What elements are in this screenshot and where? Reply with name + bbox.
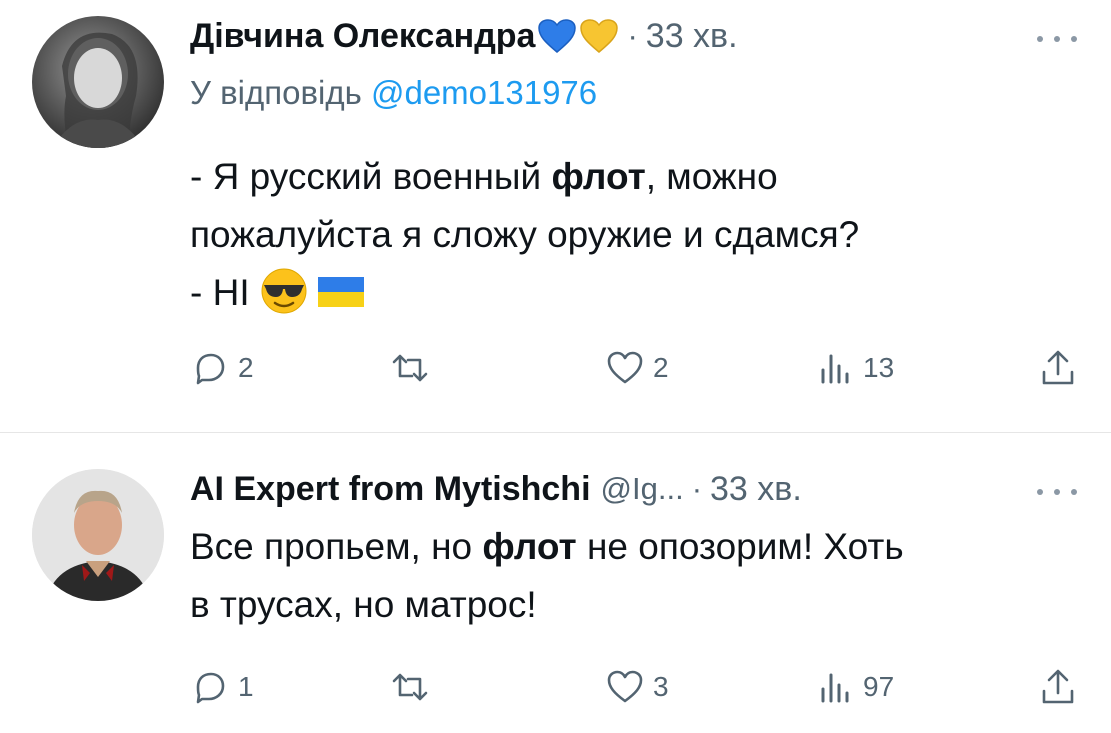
share-icon [1042, 669, 1074, 704]
like-count: 3 [653, 671, 669, 702]
like-count: 2 [653, 352, 669, 383]
reply-icon [196, 672, 225, 704]
timestamp[interactable]: 33 хв. [710, 470, 802, 509]
sunglasses-face-icon [261, 268, 307, 314]
share-button[interactable] [1038, 348, 1078, 388]
more-options-icon[interactable] [1037, 34, 1077, 44]
avatar[interactable] [32, 16, 164, 148]
like-icon [607, 670, 643, 703]
avatar-photo [32, 469, 164, 601]
tweet-1[interactable]: Дівчина Олександра · 33 хв. У відповідь … [0, 0, 1111, 432]
share-button[interactable] [1038, 667, 1078, 707]
tweet-2[interactable]: AI Expert from Mytishchi @Ig... · 33 хв.… [0, 433, 1111, 733]
reply-button[interactable]: 1 [190, 667, 254, 707]
tweet-text: - Я русский военный флот, можно пожалуйс… [190, 148, 1070, 322]
views-icon [821, 673, 849, 703]
action-bar: 2 2 13 [190, 348, 1080, 388]
blue-heart-icon [538, 19, 577, 53]
views-button[interactable]: 13 [815, 348, 894, 388]
separator-dot: · [691, 471, 703, 506]
views-button[interactable]: 97 [815, 667, 894, 707]
text-line: - НІ [190, 264, 1070, 322]
like-icon [607, 351, 643, 384]
retweet-icon [392, 673, 428, 701]
author-handle[interactable]: @Ig... [601, 471, 684, 507]
reply-icon [196, 353, 225, 385]
view-count: 13 [863, 352, 895, 383]
share-icon [1042, 350, 1074, 385]
more-options-icon[interactable] [1037, 487, 1077, 497]
ukraine-flag-icon [317, 277, 364, 307]
text-line: пожалуйста я сложу оружие и сдамся? [190, 214, 860, 255]
retweet-button[interactable] [390, 348, 430, 388]
tweet-header: AI Expert from Mytishchi @Ig... · 33 хв. [190, 463, 802, 515]
text-line: в трусах, но матрос! [190, 584, 537, 625]
reply-context: У відповідь @demo131976 [190, 74, 597, 112]
yellow-heart-icon [580, 19, 619, 53]
like-button[interactable]: 2 [605, 348, 669, 388]
avatar[interactable] [32, 469, 164, 601]
timestamp[interactable]: 33 хв. [646, 17, 738, 56]
reply-count: 2 [238, 352, 254, 383]
reply-mention-link[interactable]: @demo131976 [371, 74, 597, 111]
tweet-text: Все пропьем, но флот не опозорим! Хоть в… [190, 518, 1070, 634]
text-line: - Я русский военный флот, можно [190, 156, 778, 197]
author-name[interactable]: AI Expert from Mytishchi [190, 470, 591, 509]
separator-dot: · [627, 18, 638, 53]
like-button[interactable]: 3 [605, 667, 669, 707]
retweet-icon [392, 354, 428, 382]
view-count: 97 [863, 671, 895, 702]
text-line: Все пропьем, но флот не опозорим! Хоть [190, 526, 904, 567]
reply-count: 1 [238, 671, 254, 702]
reply-button[interactable]: 2 [190, 348, 254, 388]
author-name[interactable]: Дівчина Олександра [190, 17, 535, 56]
views-icon [821, 354, 849, 384]
tweet-header: Дівчина Олександра · 33 хв. [190, 10, 738, 62]
reply-prefix: У відповідь [190, 74, 362, 111]
action-bar: 1 3 97 [190, 667, 1080, 707]
retweet-button[interactable] [390, 667, 430, 707]
avatar-photo [52, 32, 144, 148]
